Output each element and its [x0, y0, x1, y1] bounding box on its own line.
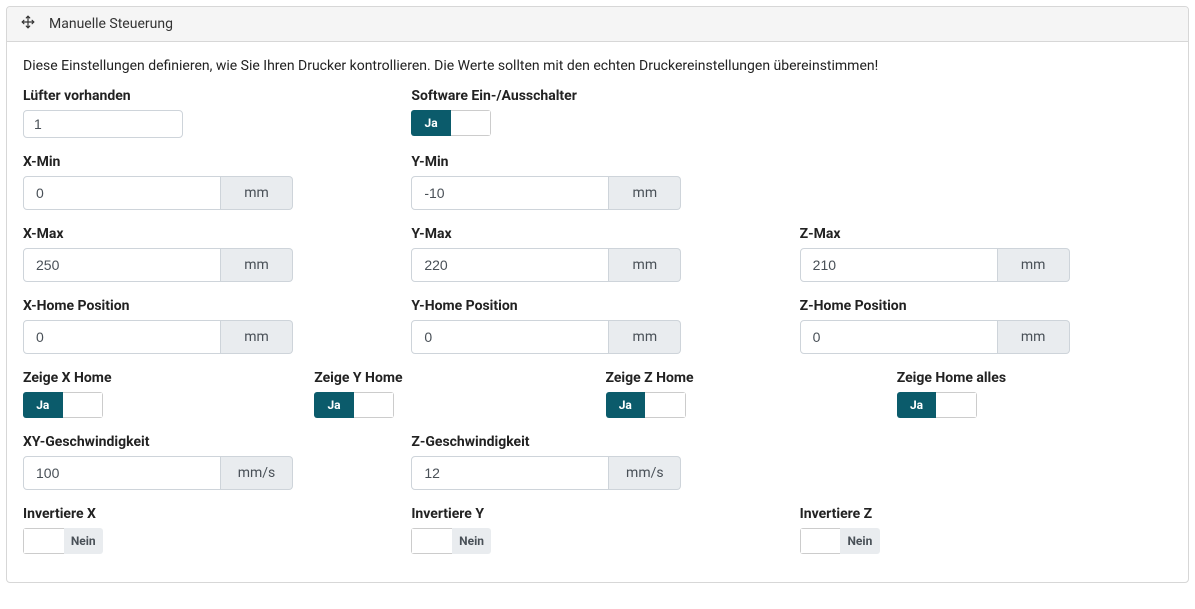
toggle-empty [63, 392, 104, 418]
x-home-pos-input[interactable] [23, 320, 221, 354]
z-max-input[interactable] [800, 248, 998, 282]
show-z-home-label: Zeige Z Home [606, 370, 881, 386]
show-y-home-label: Zeige Y Home [314, 370, 589, 386]
show-y-home-toggle[interactable]: Ja [314, 392, 394, 418]
y-max-input[interactable] [411, 248, 609, 282]
toggle-yes: Ja [897, 392, 937, 418]
toggle-yes: Ja [606, 392, 646, 418]
unit-mm: mm [609, 248, 681, 282]
unit-mms: mm/s [609, 456, 681, 490]
invert-x-label: Invertiere X [23, 506, 395, 522]
z-home-pos-input[interactable] [800, 320, 998, 354]
toggle-empty [936, 392, 977, 418]
panel-title: Manuelle Steuerung [49, 16, 173, 32]
toggle-no: Nein [840, 528, 880, 554]
toggle-empty [411, 528, 452, 554]
show-x-home-label: Zeige X Home [23, 370, 298, 386]
invert-z-toggle[interactable]: Nein [800, 528, 880, 554]
x-max-label: X-Max [23, 226, 395, 242]
unit-mm: mm [998, 320, 1070, 354]
toggle-yes: Ja [314, 392, 354, 418]
x-min-input[interactable] [23, 176, 221, 210]
unit-mms: mm/s [221, 456, 293, 490]
software-switch-label: Software Ein-/Ausschalter [411, 88, 783, 104]
xy-speed-input[interactable] [23, 456, 221, 490]
toggle-yes: Ja [411, 110, 451, 136]
panel-header[interactable]: Manuelle Steuerung [7, 7, 1188, 42]
y-max-label: Y-Max [411, 226, 783, 242]
show-z-home-toggle[interactable]: Ja [606, 392, 686, 418]
toggle-no: Nein [452, 528, 492, 554]
invert-y-toggle[interactable]: Nein [411, 528, 491, 554]
z-home-pos-label: Z-Home Position [800, 298, 1172, 314]
toggle-empty [354, 392, 395, 418]
unit-mm: mm [221, 248, 293, 282]
fan-available-label: Lüfter vorhanden [23, 88, 395, 104]
xy-speed-label: XY-Geschwindigkeit [23, 434, 395, 450]
panel-body: Diese Einstellungen definieren, wie Sie … [7, 42, 1188, 582]
toggle-empty [23, 528, 64, 554]
fan-available-input[interactable] [23, 110, 183, 138]
show-home-all-label: Zeige Home alles [897, 370, 1172, 386]
x-home-pos-label: X-Home Position [23, 298, 395, 314]
toggle-empty [800, 528, 841, 554]
move-icon [21, 15, 35, 33]
toggle-no: Nein [64, 528, 104, 554]
z-max-label: Z-Max [800, 226, 1172, 242]
unit-mm: mm [221, 320, 293, 354]
software-switch-toggle[interactable]: Ja [411, 110, 491, 136]
y-min-input[interactable] [411, 176, 609, 210]
toggle-empty [451, 110, 492, 136]
unit-mm: mm [609, 176, 681, 210]
unit-mm: mm [221, 176, 293, 210]
unit-mm: mm [998, 248, 1070, 282]
y-home-pos-input[interactable] [411, 320, 609, 354]
manual-control-panel: Manuelle Steuerung Diese Einstellungen d… [6, 6, 1189, 583]
panel-description: Diese Einstellungen definieren, wie Sie … [23, 58, 1172, 74]
invert-x-toggle[interactable]: Nein [23, 528, 103, 554]
z-speed-input[interactable] [411, 456, 609, 490]
invert-y-label: Invertiere Y [411, 506, 783, 522]
show-x-home-toggle[interactable]: Ja [23, 392, 103, 418]
z-speed-label: Z-Geschwindigkeit [411, 434, 783, 450]
x-min-label: X-Min [23, 154, 395, 170]
unit-mm: mm [609, 320, 681, 354]
x-max-input[interactable] [23, 248, 221, 282]
y-min-label: Y-Min [411, 154, 783, 170]
toggle-empty [645, 392, 686, 418]
toggle-yes: Ja [23, 392, 63, 418]
y-home-pos-label: Y-Home Position [411, 298, 783, 314]
invert-z-label: Invertiere Z [800, 506, 1172, 522]
show-home-all-toggle[interactable]: Ja [897, 392, 977, 418]
